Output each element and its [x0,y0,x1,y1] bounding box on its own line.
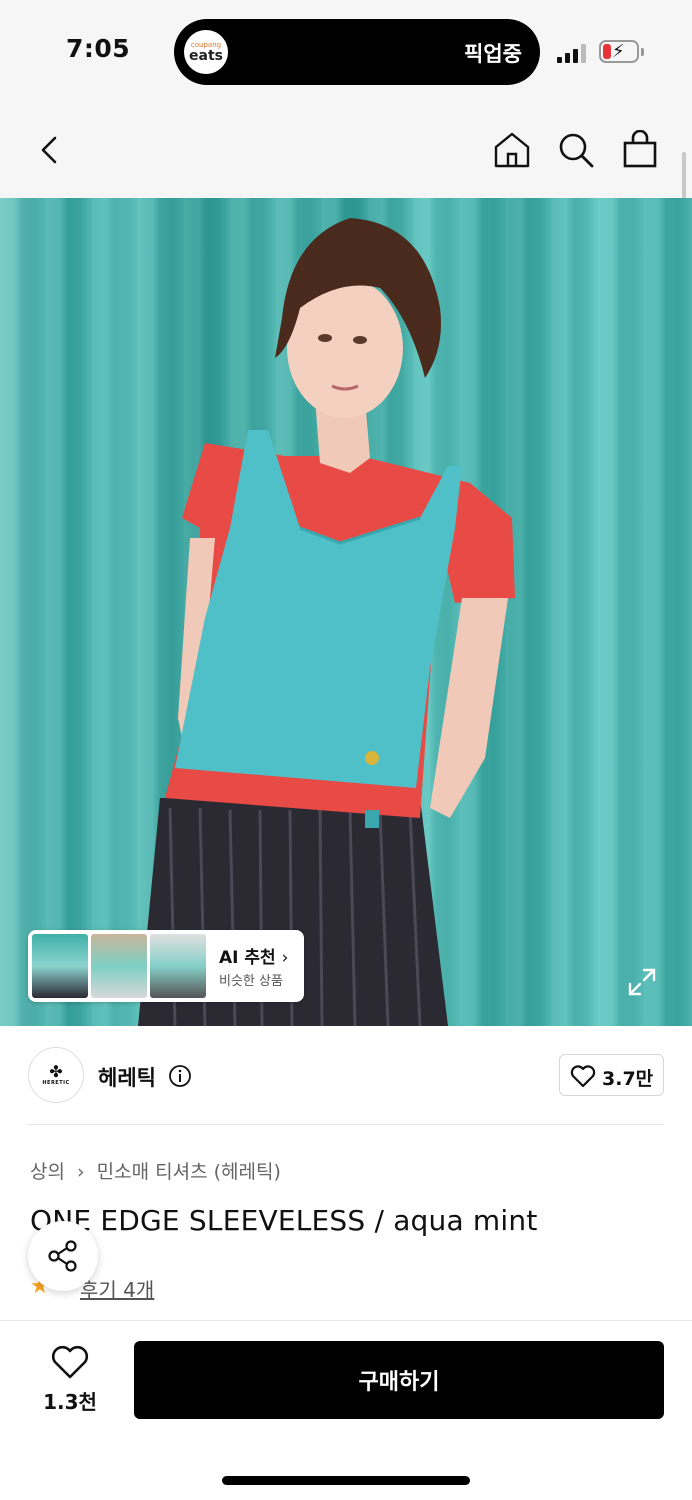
model-photo-illustration [138,218,515,1026]
brand-like-count: 3.7만 [602,1068,654,1090]
live-activity-status: 픽업중 [464,42,522,66]
brand-name[interactable]: 헤레틱 [98,1062,156,1092]
ai-recommend-title: AI 추천 › [219,948,289,968]
similar-product-thumbnail[interactable] [32,934,88,998]
clover-logo-icon: ✤ [49,1062,63,1081]
home-icon[interactable] [492,130,532,170]
battery-icon: ⚡ [599,40,639,63]
search-icon[interactable] [556,130,596,170]
wishlist-count: 1.3천 [43,1390,97,1414]
share-icon [48,1240,77,1272]
cellular-signal-icon [557,43,591,63]
share-button[interactable] [28,1221,98,1291]
dynamic-island-live-activity[interactable]: coupang eats 픽업중 [174,19,540,85]
home-indicator[interactable] [222,1476,470,1485]
chevron-right-icon: › [77,1161,85,1183]
product-title: ONE EDGE SLEEVELESS / aqua mint [30,1204,538,1237]
chevron-right-icon: › [281,948,289,968]
info-icon[interactable] [168,1064,192,1088]
breadcrumb: 상의 › 민소매 티셔츠 (헤레틱) [30,1157,287,1184]
breadcrumb-item[interactable]: 상의 [30,1161,65,1183]
brand-like-button[interactable]: 3.7만 [559,1054,664,1096]
breadcrumb-item[interactable]: 민소매 티셔츠 (헤레틱) [97,1161,281,1183]
coupang-eats-logo: coupang eats [184,30,228,74]
status-time: 7:05 [66,34,131,63]
status-bar: 7:05 coupang eats 픽업중 ⚡ [0,0,692,100]
brand-logo[interactable]: ✤ HERETIC [28,1047,84,1103]
heart-icon [570,1065,596,1088]
similar-product-thumbnail[interactable] [91,934,147,998]
expand-image-button[interactable] [622,962,662,1002]
expand-icon [628,968,656,996]
buy-button[interactable]: 구매하기 [134,1341,664,1419]
similar-product-thumbnail[interactable] [150,934,206,998]
back-icon[interactable] [30,130,70,170]
divider [28,1124,664,1125]
ai-recommendation-card[interactable]: AI 추천 › 비슷한 상품 [28,930,304,1002]
review-link[interactable]: 후기 4개 [80,1274,154,1303]
shopping-bag-icon[interactable] [620,130,660,170]
product-main-image[interactable] [0,198,692,1026]
ai-recommend-subtitle: 비슷한 상품 [219,974,283,989]
wishlist-heart-icon[interactable] [50,1344,90,1380]
top-nav-bar [0,100,692,198]
